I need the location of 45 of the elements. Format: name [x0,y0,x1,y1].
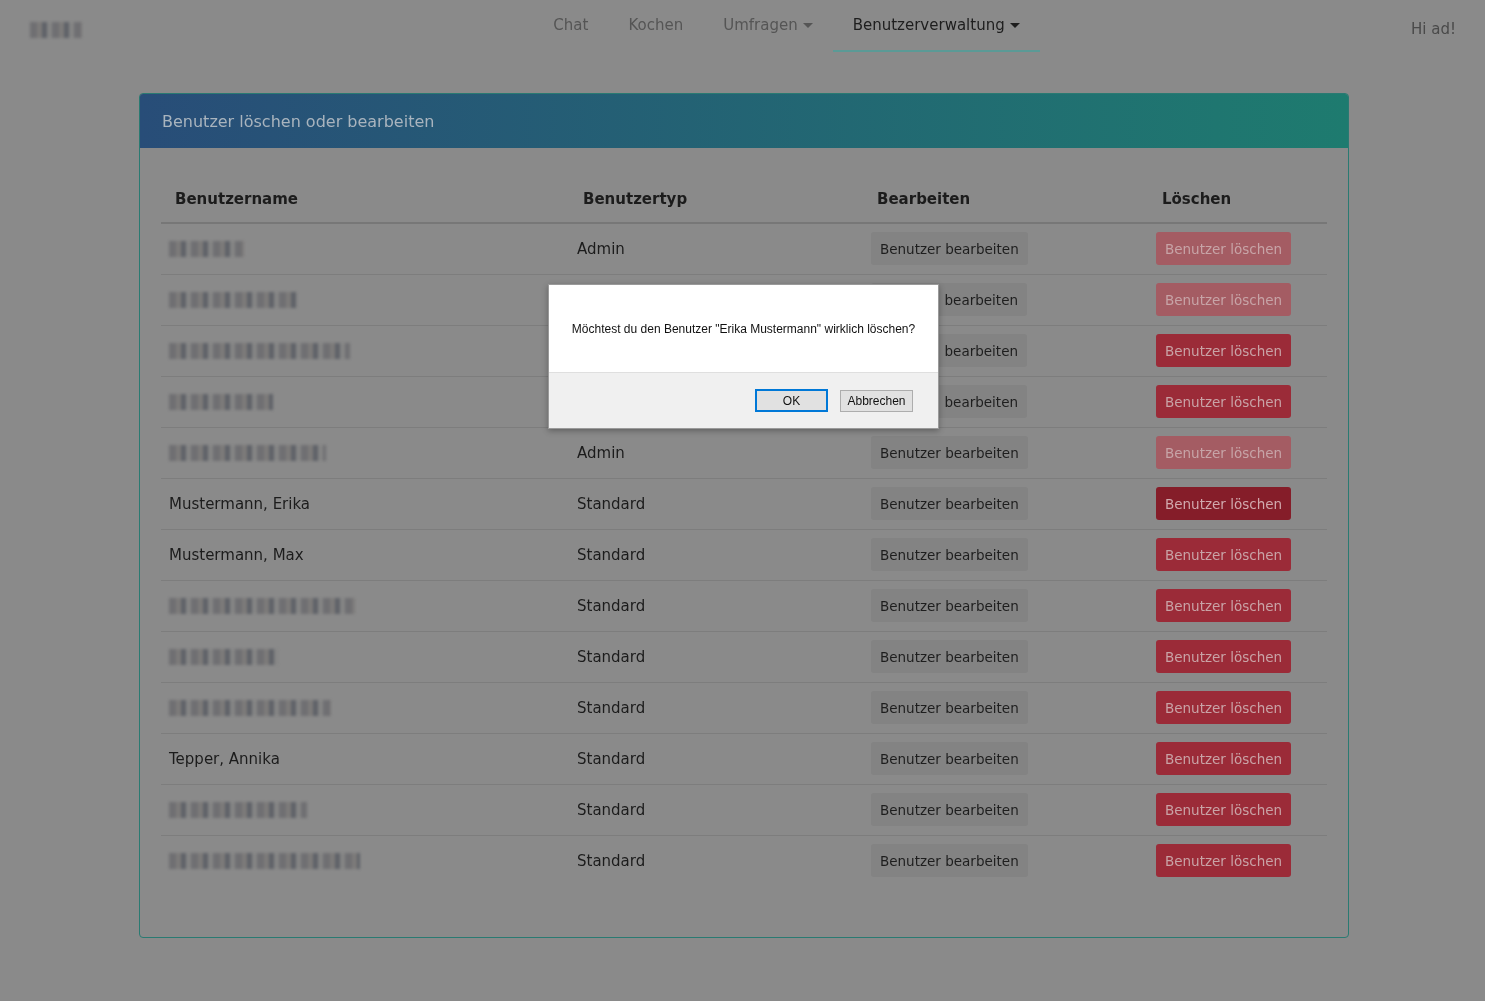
delete-button[interactable]: Benutzer löschen [1156,487,1292,520]
delete-button[interactable]: Benutzer löschen [1156,844,1292,878]
user-type: Standard [577,494,646,513]
user-name: Mustermann, Max [169,545,304,564]
user-type: Standard [577,596,646,615]
delete-button[interactable]: Benutzer löschen [1156,742,1292,775]
user-type: Admin [577,239,625,258]
column-header: Bearbeiten [877,190,971,208]
edit-button[interactable]: Benutzer bearbeiten [871,640,1028,673]
delete-button[interactable]: Benutzer löschen [1156,793,1292,826]
dialog-button[interactable]: OK [755,389,828,412]
column-header: Löschen [1162,190,1232,208]
edit-button[interactable]: Benutzer bearbeiten [871,487,1028,520]
delete-button[interactable]: Benutzer löschen [1156,691,1292,724]
delete-button[interactable]: Benutzer löschen [1156,589,1292,622]
column-header: Benutzertyp [583,190,688,208]
delete-button[interactable]: Benutzer löschen [1156,538,1292,571]
dialog-button[interactable]: Abbrechen [840,389,913,412]
edit-button[interactable]: Benutzer bearbeiten [871,232,1028,266]
user-type: Standard [577,749,646,768]
confirm-message: Möchtest du den Benutzer "Erika Mustermann" wirklich löschen? [571,321,916,336]
user-type: Standard [577,698,646,717]
delete-button[interactable]: Benutzer löschen [1156,334,1292,367]
user-greeting[interactable]: Hi ad! [1411,20,1456,38]
delete-button[interactable]: Benutzer löschen [1156,385,1292,418]
user-type: Standard [577,851,646,870]
delete-button[interactable]: Benutzer löschen [1156,640,1292,673]
edit-button[interactable]: Benutzer bearbeiten [871,793,1028,826]
edit-button[interactable]: Benutzer bearbeiten [871,691,1028,724]
user-type: Standard [577,545,646,564]
edit-button[interactable]: Benutzer bearbeiten [871,538,1028,571]
edit-button[interactable]: Benutzer bearbeiten [871,589,1028,622]
user-type: Admin [577,443,625,462]
user-type: Standard [577,800,646,819]
edit-button[interactable]: Benutzer bearbeiten [871,844,1028,878]
user-type: Standard [577,647,646,666]
edit-button[interactable]: Benutzer bearbeiten [871,436,1028,469]
caret-icon [802,22,813,28]
user-name: Tepper, Annika [169,749,280,768]
card-title: Benutzer löschen oder bearbeiten [162,111,435,131]
edit-button[interactable]: Benutzer bearbeiten [871,742,1028,775]
column-header: Benutzername [175,190,299,208]
nav-link[interactable]: Benutzerverwaltung [832,0,1040,52]
caret-icon [1009,22,1020,28]
user-name: Mustermann, Erika [169,494,311,513]
